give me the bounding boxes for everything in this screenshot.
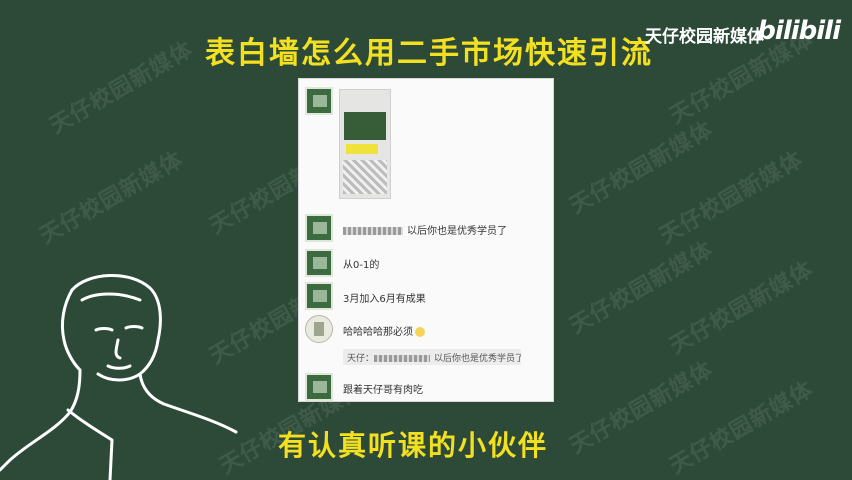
watermark-text: 天仔校园新媒体	[35, 147, 188, 250]
blurred-name	[343, 227, 403, 235]
watermark-text: 天仔校园新媒体	[665, 257, 818, 360]
brand-name: 天仔校园新媒体	[645, 27, 764, 47]
user-avatar	[305, 315, 333, 343]
user-avatar	[305, 214, 333, 242]
chat-screenshot: 以后你也是优秀学员了 从0-1的 3月加入6月有成果 哈哈哈哈那必须 天仔： 以后…	[298, 78, 554, 402]
smile-emoji-icon	[415, 327, 425, 337]
image-photo	[344, 112, 386, 140]
shared-image	[339, 89, 391, 199]
watermark-text: 天仔校园新媒体	[565, 117, 718, 220]
chat-message: 3月加入6月有成果	[343, 294, 426, 305]
watermark-text: 天仔校园新媒体	[565, 357, 718, 460]
blurred-name	[374, 355, 431, 362]
image-highlight	[346, 144, 378, 154]
video-title: 表白墙怎么用二手市场快速引流	[205, 36, 653, 71]
user-avatar	[305, 373, 333, 401]
chat-message: 跟着天仔哥有肉吃	[343, 385, 423, 396]
watermark-text: 天仔校园新媒体	[45, 37, 198, 140]
watermark-text: 天仔校园新媒体	[665, 377, 818, 480]
chat-message: 从0-1的	[343, 260, 380, 271]
presenter-outline	[0, 274, 238, 480]
bilibili-logo: bilibili	[757, 16, 841, 46]
chat-message: 哈哈哈哈那必须	[343, 323, 425, 338]
quoted-message: 天仔： 以后你也是优秀学员了	[343, 349, 521, 365]
user-avatar	[305, 249, 333, 277]
user-avatar	[305, 87, 333, 115]
watermark-text: 天仔校园新媒体	[565, 237, 718, 340]
image-noise	[343, 160, 387, 194]
chat-message: 以后你也是优秀学员了	[343, 222, 507, 237]
subtitle-caption: 有认真听课的小伙伴	[278, 429, 549, 462]
watermark-text: 天仔校园新媒体	[655, 147, 808, 250]
user-avatar	[305, 282, 333, 310]
